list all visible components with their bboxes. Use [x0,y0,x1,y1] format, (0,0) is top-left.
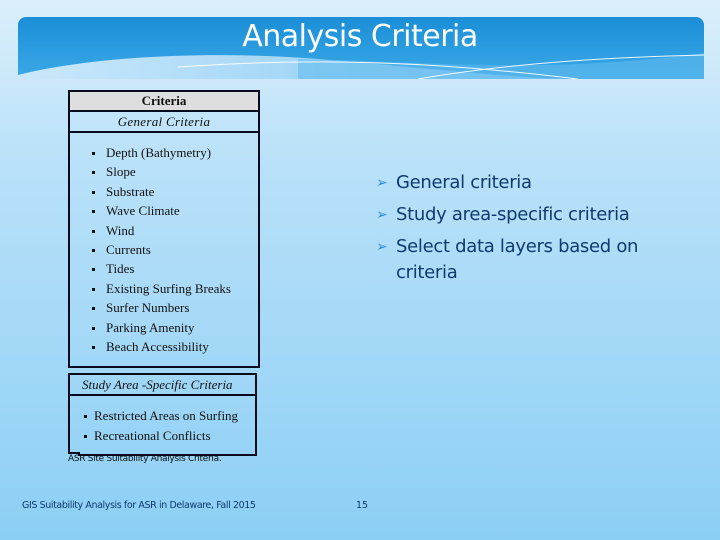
table-caption: ASR Site Suitability Analysis Criteria. [68,454,222,464]
specific-criteria-table: Study Area -Specific Criteria Restricted… [68,373,257,456]
key-point-text: Select data layers based on criteria [396,236,639,283]
specific-criteria-heading: Study Area -Specific Criteria [68,375,255,396]
list-item: Tides [92,259,258,278]
specific-criteria-list: Restricted Areas on Surfing Recreational… [78,396,255,454]
list-item: Surfer Numbers [92,298,258,317]
list-item: Restricted Areas on Surfing [84,406,255,426]
list-item: Existing Surfing Breaks [92,279,258,298]
key-point: ➢ General criteria [376,170,676,196]
footer-text: GIS Suitability Analysis for ASR in Dela… [22,500,256,511]
list-item: Substrate [92,182,258,201]
list-item: Depth (Bathymetry) [92,143,258,162]
general-criteria-heading: General Criteria [70,112,258,133]
page-number: 15 [356,500,369,511]
slide-title: Analysis Criteria [242,19,478,54]
list-item: Slope [92,162,258,181]
key-points-list: ➢ General criteria ➢ Study area-specific… [376,170,676,292]
list-item: Beach Accessibility [92,337,258,356]
arrow-bullet-icon: ➢ [376,207,388,223]
list-item: Wind [92,221,258,240]
general-criteria-list: Depth (Bathymetry) Slope Substrate Wave … [70,133,258,366]
key-point: ➢ Study area-specific criteria [376,202,676,228]
arrow-bullet-icon: ➢ [376,175,388,191]
list-item: Recreational Conflicts [84,426,255,446]
list-item: Currents [92,240,258,259]
list-item: Wave Climate [92,201,258,220]
arrow-bullet-icon: ➢ [376,239,388,255]
list-item: Parking Amenity [92,318,258,337]
key-point: ➢ Select data layers based on criteria [376,234,676,286]
criteria-table: Criteria General Criteria Depth (Bathyme… [68,90,260,369]
key-point-text: Study area-specific criteria [396,204,630,225]
key-point-text: General criteria [396,172,532,193]
table-header: Criteria [70,92,258,112]
